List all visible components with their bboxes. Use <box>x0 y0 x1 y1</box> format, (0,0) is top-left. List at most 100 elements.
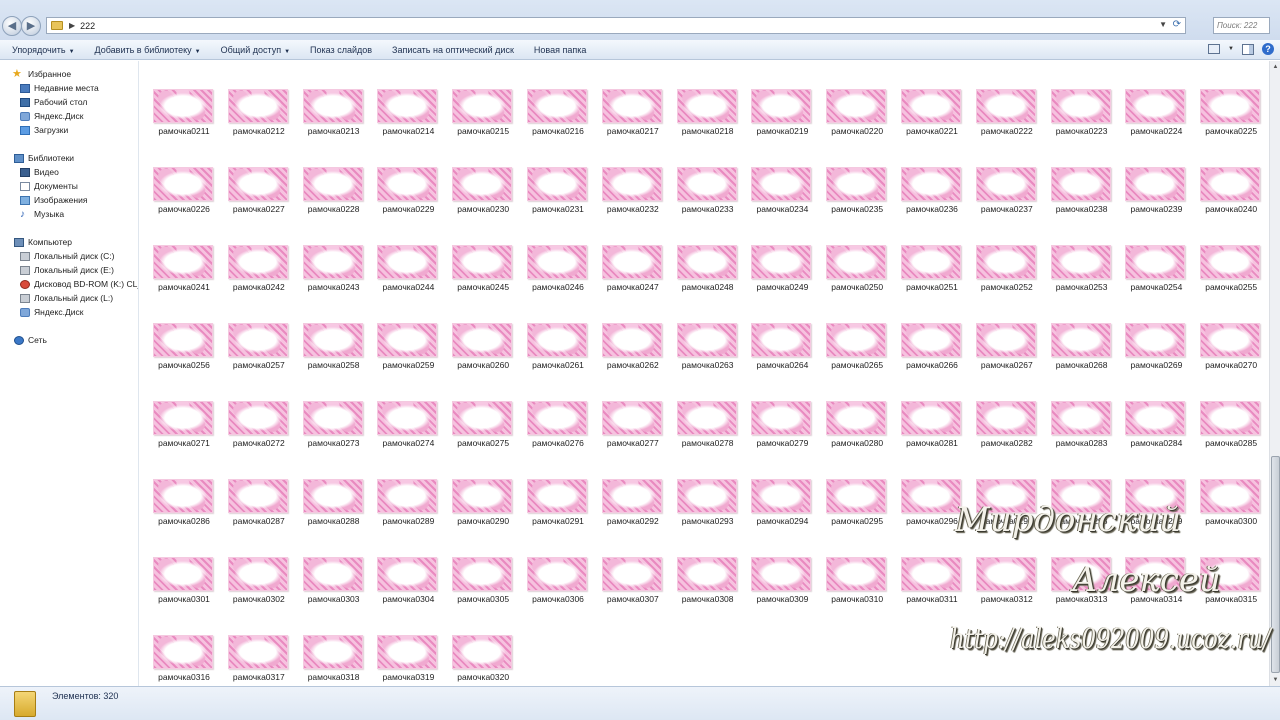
image-thumbnail[interactable] <box>751 479 812 513</box>
file-item[interactable]: рамочка0316 <box>140 607 215 682</box>
image-thumbnail[interactable] <box>452 167 513 201</box>
image-thumbnail[interactable] <box>826 89 887 123</box>
image-thumbnail[interactable] <box>527 557 587 591</box>
image-thumbnail[interactable] <box>975 167 1036 201</box>
image-thumbnail[interactable] <box>527 323 587 357</box>
image-thumbnail[interactable] <box>901 401 961 435</box>
image-thumbnail[interactable] <box>975 401 1036 435</box>
file-item[interactable]: рамочка0221 <box>888 61 963 136</box>
image-thumbnail[interactable] <box>153 167 213 201</box>
file-item[interactable]: рамочка0223 <box>1038 61 1113 136</box>
image-thumbnail[interactable] <box>527 167 587 201</box>
file-item[interactable]: рамочка0291 <box>514 451 589 526</box>
image-thumbnail[interactable] <box>153 245 213 279</box>
image-thumbnail[interactable] <box>227 401 288 435</box>
file-item[interactable]: рамочка0309 <box>738 529 813 604</box>
image-thumbnail[interactable] <box>1200 89 1261 123</box>
file-item[interactable]: рамочка0255 <box>1187 217 1262 292</box>
file-item[interactable]: рамочка0213 <box>290 61 365 136</box>
file-item[interactable]: рамочка0306 <box>514 529 589 604</box>
file-item[interactable]: рамочка0232 <box>589 139 664 214</box>
file-item[interactable]: рамочка0283 <box>1038 373 1113 448</box>
file-item[interactable]: рамочка0294 <box>738 451 813 526</box>
view-dropdown-icon[interactable]: ▼ <box>1228 46 1234 52</box>
image-thumbnail[interactable] <box>227 167 288 201</box>
image-thumbnail[interactable] <box>1200 167 1261 201</box>
file-item[interactable]: рамочка0245 <box>439 217 514 292</box>
image-thumbnail[interactable] <box>377 479 438 513</box>
image-thumbnail[interactable] <box>302 89 363 123</box>
image-thumbnail[interactable] <box>227 245 288 279</box>
image-thumbnail[interactable] <box>601 323 662 357</box>
file-item[interactable]: рамочка0238 <box>1038 139 1113 214</box>
image-thumbnail[interactable] <box>302 401 363 435</box>
file-item[interactable]: рамочка0253 <box>1038 217 1113 292</box>
nav-recent-places[interactable]: Недавние места <box>20 81 99 95</box>
file-item[interactable]: рамочка0256 <box>140 295 215 370</box>
file-item[interactable]: рамочка0258 <box>290 295 365 370</box>
nav-computer[interactable]: Компьютер <box>14 235 72 249</box>
image-thumbnail[interactable] <box>1050 167 1111 201</box>
file-item[interactable]: рамочка0288 <box>290 451 365 526</box>
nav-disk-e[interactable]: Локальный диск (E:) <box>20 263 114 277</box>
file-item[interactable]: рамочка0219 <box>738 61 813 136</box>
image-thumbnail[interactable] <box>826 167 887 201</box>
image-thumbnail[interactable] <box>1125 245 1186 279</box>
file-item[interactable]: рамочка0239 <box>1112 139 1187 214</box>
burn-button[interactable]: Записать на оптический диск <box>382 45 524 55</box>
file-item[interactable]: рамочка0311 <box>888 529 963 604</box>
file-item[interactable]: рамочка0236 <box>888 139 963 214</box>
file-item[interactable]: рамочка0272 <box>215 373 290 448</box>
new-folder-button[interactable]: Новая папка <box>524 45 596 55</box>
address-dropdown-icon[interactable]: ▼ <box>1159 20 1167 29</box>
image-thumbnail[interactable] <box>676 557 737 591</box>
file-item[interactable]: рамочка0276 <box>514 373 589 448</box>
file-item[interactable]: рамочка0275 <box>439 373 514 448</box>
file-item[interactable]: рамочка0218 <box>664 61 739 136</box>
nav-yandex-disk-2[interactable]: Яндекс.Диск <box>20 305 83 319</box>
vertical-scrollbar[interactable]: ▲ ▼ <box>1269 61 1280 686</box>
file-item[interactable]: рамочка0249 <box>738 217 813 292</box>
file-item[interactable]: рамочка0307 <box>589 529 664 604</box>
image-thumbnail[interactable] <box>1050 401 1111 435</box>
file-item[interactable]: рамочка0278 <box>664 373 739 448</box>
image-thumbnail[interactable] <box>1125 89 1186 123</box>
image-thumbnail[interactable] <box>227 323 288 357</box>
file-item[interactable]: рамочка0286 <box>140 451 215 526</box>
file-item[interactable]: рамочка0282 <box>963 373 1038 448</box>
file-item[interactable]: рамочка0271 <box>140 373 215 448</box>
image-thumbnail[interactable] <box>452 479 513 513</box>
file-item[interactable]: рамочка0319 <box>364 607 439 682</box>
file-item[interactable]: рамочка0274 <box>364 373 439 448</box>
image-thumbnail[interactable] <box>227 557 288 591</box>
file-item[interactable]: рамочка0254 <box>1112 217 1187 292</box>
image-thumbnail[interactable] <box>975 557 1036 591</box>
image-thumbnail[interactable] <box>751 89 812 123</box>
file-item[interactable]: рамочка0242 <box>215 217 290 292</box>
file-item[interactable]: рамочка0259 <box>364 295 439 370</box>
file-item[interactable]: рамочка0215 <box>439 61 514 136</box>
breadcrumb-arrow-icon[interactable]: ▶ <box>69 21 75 30</box>
image-thumbnail[interactable] <box>302 323 363 357</box>
image-thumbnail[interactable] <box>901 89 961 123</box>
file-item[interactable]: рамочка0252 <box>963 217 1038 292</box>
search-input[interactable]: Поиск: 222 <box>1213 17 1270 34</box>
image-thumbnail[interactable] <box>1050 323 1111 357</box>
image-thumbnail[interactable] <box>302 635 363 669</box>
file-item[interactable]: рамочка0269 <box>1112 295 1187 370</box>
file-item[interactable]: рамочка0280 <box>813 373 888 448</box>
image-thumbnail[interactable] <box>153 401 213 435</box>
file-item[interactable]: рамочка0310 <box>813 529 888 604</box>
file-item[interactable]: рамочка0243 <box>290 217 365 292</box>
file-item[interactable]: рамочка0214 <box>364 61 439 136</box>
preview-pane-icon[interactable] <box>1242 43 1254 55</box>
file-item[interactable]: рамочка0263 <box>664 295 739 370</box>
file-item[interactable]: рамочка0287 <box>215 451 290 526</box>
image-thumbnail[interactable] <box>601 557 662 591</box>
nav-yandex-disk[interactable]: Яндекс.Диск <box>20 109 83 123</box>
file-item[interactable]: рамочка0317 <box>215 607 290 682</box>
image-thumbnail[interactable] <box>601 89 662 123</box>
nav-network[interactable]: Сеть <box>14 333 47 347</box>
address-field[interactable]: ▶ 222 ▼ ⟳ <box>46 17 1186 34</box>
image-thumbnail[interactable] <box>901 323 961 357</box>
